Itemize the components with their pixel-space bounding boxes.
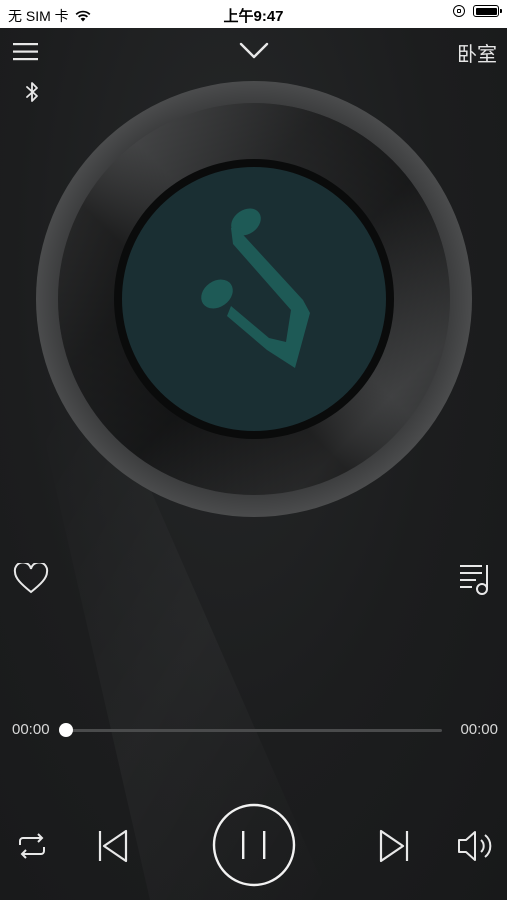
progress-knob[interactable]: [59, 723, 73, 737]
skip-previous-icon[interactable]: [96, 829, 130, 863]
status-right-group: [453, 5, 502, 17]
chevron-down-icon[interactable]: [239, 40, 269, 60]
playlist-icon[interactable]: [458, 562, 492, 596]
hamburger-menu-icon[interactable]: [13, 41, 39, 63]
progress-track[interactable]: [66, 729, 442, 732]
battery-icon: [473, 5, 502, 17]
room-selector[interactable]: 卧室: [457, 38, 497, 67]
skip-next-icon[interactable]: [377, 829, 411, 863]
heart-outline-icon[interactable]: [13, 563, 49, 595]
volume-icon[interactable]: [456, 828, 496, 864]
orientation-lock-icon: [453, 5, 465, 17]
duration-time: 00:00: [460, 721, 498, 738]
status-bar: 无 SIM 卡 上午9:47: [0, 0, 507, 28]
album-artwork: [122, 167, 386, 431]
album-disc: [36, 81, 472, 517]
pause-icon: [242, 831, 266, 859]
music-player-screen: 无 SIM 卡 上午9:47 卧室 00:00 00:00: [0, 0, 507, 900]
status-time: 上午9:47: [223, 8, 284, 25]
repeat-icon[interactable]: [16, 831, 48, 861]
elapsed-time: 00:00: [12, 721, 50, 738]
play-pause-button[interactable]: [212, 803, 296, 887]
